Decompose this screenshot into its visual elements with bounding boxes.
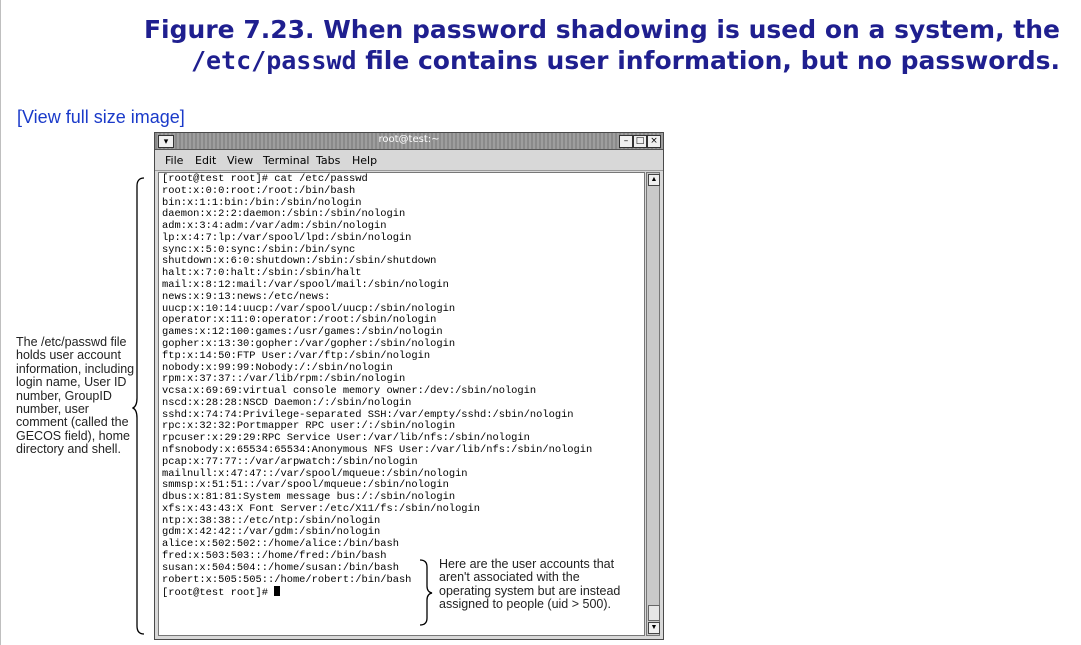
menu-view[interactable]: View	[227, 154, 253, 167]
page-left-border	[0, 0, 1, 645]
terminal-line: gopher:x:13:30:gopher:/var/gopher:/sbin/…	[162, 337, 456, 350]
caption-line-2: /etc/passwd file contains user informati…	[60, 45, 1060, 76]
window-title: root@test:~	[378, 134, 440, 145]
menu-bar: File Edit View Terminal Tabs Help	[155, 150, 663, 171]
menu-help[interactable]: Help	[352, 154, 377, 167]
terminal-prompt: [root@test root]#	[162, 587, 275, 600]
menu-terminal[interactable]: Terminal	[263, 154, 310, 167]
caption-line-1: Figure 7.23. When password shadowing is …	[143, 15, 1060, 44]
left-annotation: The /etc/passwd file holds user account …	[16, 335, 135, 457]
terminal-line: lp:x:4:7:lp:/var/spool/lpd:/sbin/nologin	[162, 231, 412, 244]
terminal-cursor	[274, 586, 281, 597]
terminal-line: xfs:x:43:43:X Font Server:/etc/X11/fs:/s…	[162, 502, 481, 515]
terminal-line: [root@test root]# cat /etc/passwd	[162, 173, 368, 185]
window-titlebar[interactable]: ▾ root@test:~ – □ ×	[155, 133, 663, 150]
caption-text: file contains user information, but no p…	[356, 46, 1060, 75]
terminal-line: nfsnobody:x:65534:65534:Anonymous NFS Us…	[162, 443, 593, 456]
terminal-line: ftp:x:14:50:FTP User:/var/ftp:/sbin/nolo…	[162, 349, 431, 362]
menu-edit[interactable]: Edit	[195, 154, 216, 167]
terminal-line: pcap:x:77:77::/var/arpwatch:/sbin/nologi…	[162, 455, 418, 468]
maximize-icon[interactable]: □	[633, 135, 647, 148]
right-brace-icon	[419, 559, 433, 626]
terminal-line: news:x:9:13:news:/etc/news:	[162, 290, 331, 303]
scroll-up-icon[interactable]: ▲	[648, 174, 660, 186]
menu-file[interactable]: File	[165, 154, 183, 167]
vertical-scrollbar[interactable]: ▲ ▼	[646, 172, 660, 636]
close-icon[interactable]: ×	[647, 135, 661, 148]
scroll-thumb[interactable]	[648, 605, 660, 621]
right-annotation: Here are the user accounts that aren't a…	[439, 557, 621, 612]
figure-caption: Figure 7.23. When password shadowing is …	[60, 14, 1060, 76]
menu-tabs[interactable]: Tabs	[316, 154, 340, 167]
scroll-down-icon[interactable]: ▼	[648, 622, 660, 634]
terminal-line: root:x:0:0:root:/root:/bin/bash	[162, 184, 356, 197]
view-full-size-link[interactable]: [View full size image]	[17, 107, 185, 128]
minimize-icon[interactable]: –	[619, 135, 633, 148]
caption-code: /etc/passwd	[190, 46, 357, 75]
terminal-line: nscd:x:28:28:NSCD Daemon:/:/sbin/nologin	[162, 396, 412, 409]
